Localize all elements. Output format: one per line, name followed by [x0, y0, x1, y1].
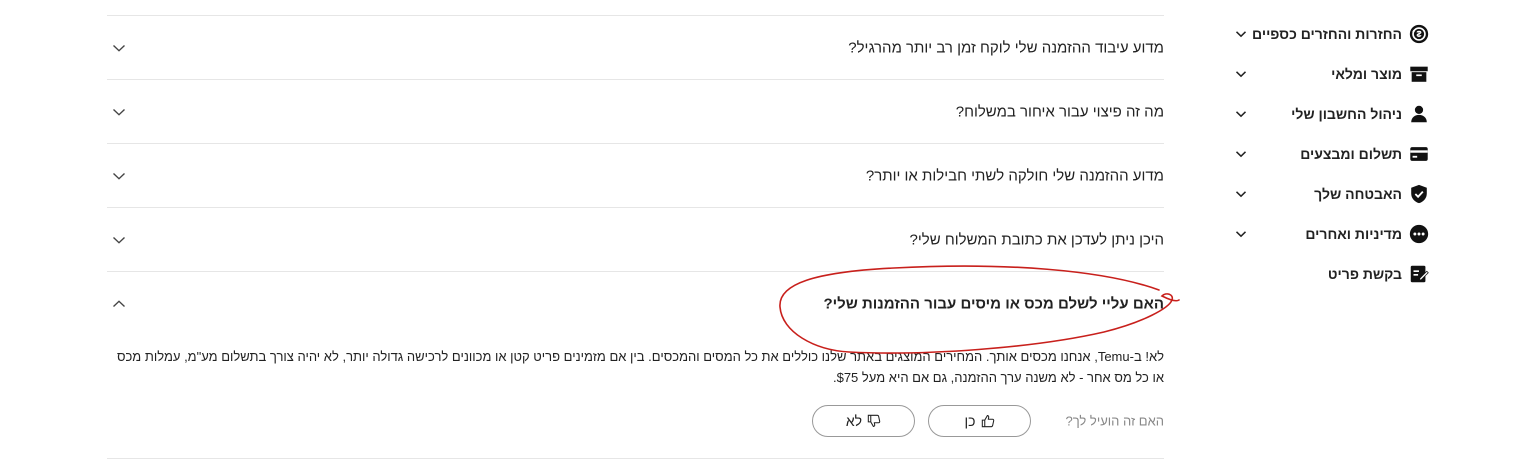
chevron-down-icon[interactable] — [1234, 107, 1248, 121]
helpful-yes-label: כן — [964, 413, 976, 429]
sidebar-item-label: מוצר ומלאי — [1331, 66, 1402, 82]
faq-question: היכן ניתן לעדכן את כתובת המשלוח שלי? — [909, 231, 1164, 248]
credit-card-icon — [1408, 143, 1430, 165]
archive-box-icon — [1408, 63, 1430, 85]
refund-icon — [1408, 23, 1430, 45]
chevron-down-icon[interactable] — [1234, 187, 1248, 201]
faq-question: מדוע ההזמנה שלי חולקה לשתי חבילות או יות… — [865, 167, 1164, 184]
chevron-down-icon[interactable] — [1234, 27, 1248, 41]
sidebar-item-request-item[interactable]: בקשת פריט — [1230, 254, 1430, 294]
sidebar-item-label: בקשת פריט — [1327, 266, 1402, 282]
faq-question: מדוע עיבוד ההזמנה שלי לוקח זמן רב יותר מ… — [848, 39, 1164, 56]
chevron-down-icon[interactable] — [1234, 67, 1248, 81]
sidebar-item-policies-other[interactable]: מדיניות ואחרים — [1230, 214, 1430, 254]
chevron-down-icon[interactable] — [1234, 147, 1248, 161]
sidebar-item-account[interactable]: ניהול החשבון שלי — [1230, 94, 1430, 134]
chevron-down-icon[interactable] — [111, 104, 127, 120]
sidebar-item-label: תשלום ומבצעים — [1300, 146, 1402, 162]
faq-item-processing-time[interactable]: מדוע עיבוד ההזמנה שלי לוקח זמן רב יותר מ… — [107, 16, 1164, 80]
sidebar-item-returns-refunds[interactable]: החזרות והחזרים כספיים — [1230, 14, 1430, 54]
sidebar-item-label: מדיניות ואחרים — [1305, 226, 1402, 242]
faq-item-late-delivery-compensation[interactable]: מה זה פיצוי עבור איחור במשלוח? — [107, 80, 1164, 144]
sidebar-item-label: החזרות והחזרים כספיים — [1252, 26, 1402, 42]
faq-item-customs-taxes[interactable]: האם עליי לשלם מכס או מיסים עבור ההזמנות … — [107, 272, 1164, 336]
helpful-question: האם זה הועיל לך? — [1065, 413, 1164, 429]
sidebar-item-payment-promotions[interactable]: תשלום ומבצעים — [1230, 134, 1430, 174]
chevron-down-icon[interactable] — [1234, 227, 1248, 241]
more-dots-icon — [1408, 223, 1430, 245]
faq-item-update-address[interactable]: היכן ניתן לעדכן את כתובת המשלוח שלי? — [107, 208, 1164, 272]
user-icon — [1408, 103, 1430, 125]
sidebar-item-label: ניהול החשבון שלי — [1291, 106, 1402, 122]
helpful-no-label: לא — [845, 413, 863, 429]
divider — [107, 458, 1164, 459]
chevron-down-icon[interactable] — [111, 168, 127, 184]
sidebar-item-security[interactable]: האבטחה שלך — [1230, 174, 1430, 214]
shield-check-icon — [1408, 183, 1430, 205]
faq-item-split-packages[interactable]: מדוע ההזמנה שלי חולקה לשתי חבילות או יות… — [107, 144, 1164, 208]
chevron-down-icon[interactable] — [111, 40, 127, 56]
faq-answer-text: לא! ב-Temu, אנחנו מכסים אותך. המחירים המ… — [116, 349, 1164, 385]
helpful-yes-button[interactable]: כן — [928, 405, 1031, 437]
help-category-sidebar: החזרות והחזרים כספיים מוצר ומלאי ניהול ה… — [1230, 14, 1430, 294]
sidebar-item-product-stock[interactable]: מוצר ומלאי — [1230, 54, 1430, 94]
helpful-no-button[interactable]: לא — [812, 405, 915, 437]
thumbs-down-icon — [867, 414, 881, 427]
faq-question: האם עליי לשלם מכס או מיסים עבור ההזמנות … — [823, 295, 1164, 313]
sidebar-item-label: האבטחה שלך — [1314, 186, 1402, 202]
edit-note-icon — [1408, 263, 1430, 285]
chevron-down-icon[interactable] — [111, 232, 127, 248]
chevron-up-icon[interactable] — [111, 296, 127, 312]
helpful-feedback: האם זה הועיל לך? כן לא — [812, 405, 1164, 437]
thumbs-up-icon — [981, 415, 994, 428]
faq-question: מה זה פיצוי עבור איחור במשלוח? — [955, 103, 1164, 120]
